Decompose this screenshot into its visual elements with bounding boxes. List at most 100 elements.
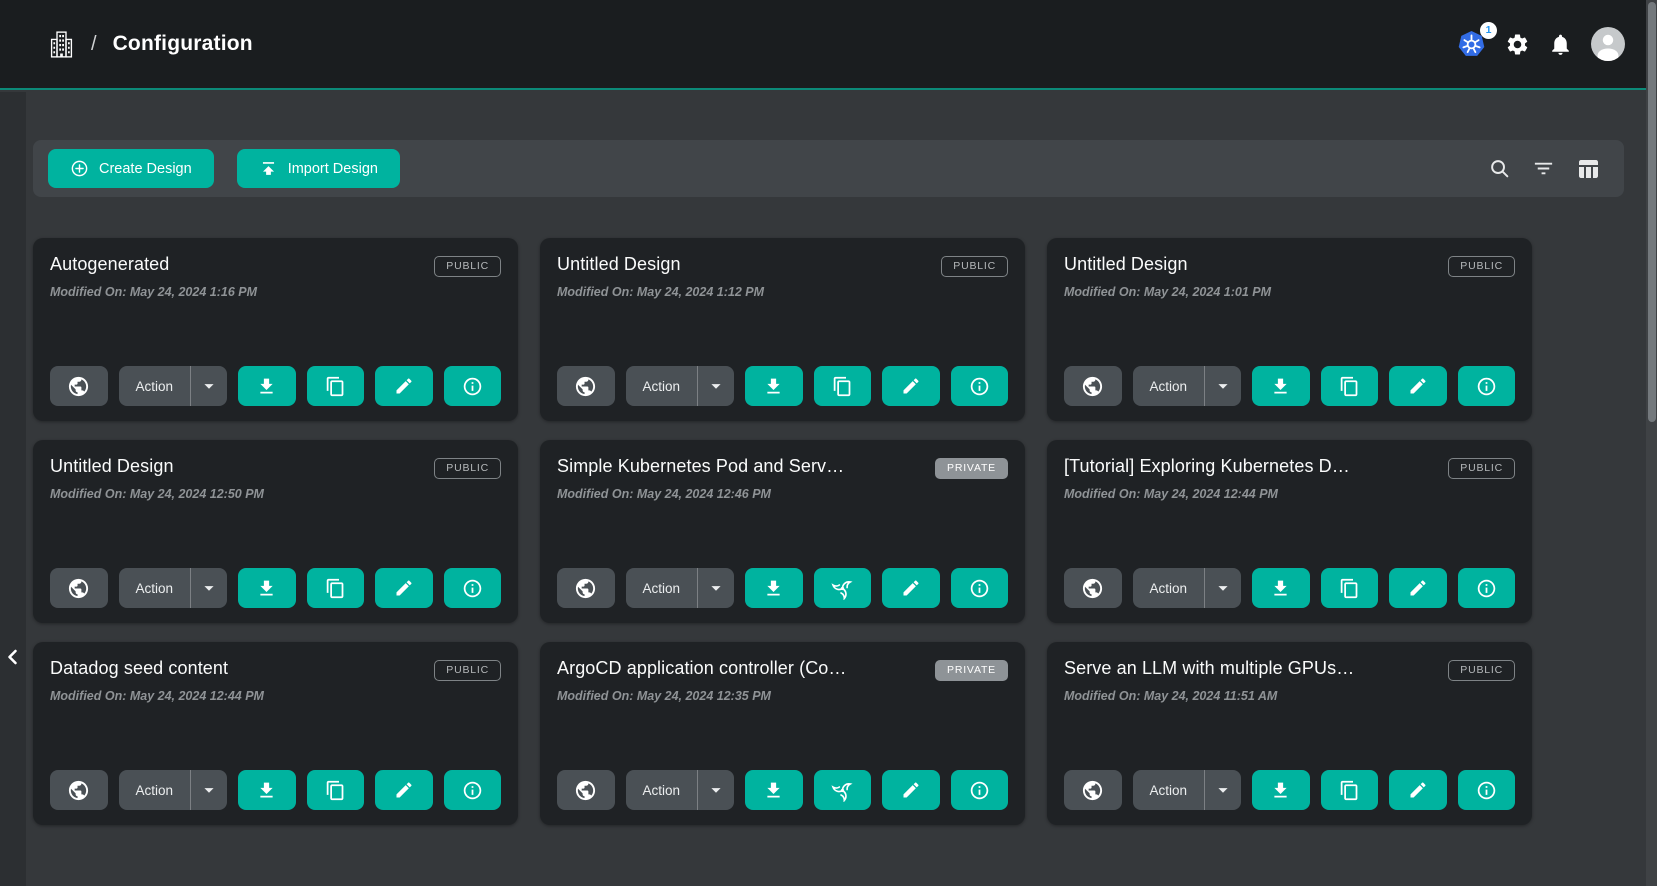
breadcrumb: / Configuration (48, 29, 253, 60)
download-button[interactable] (238, 568, 296, 608)
breadcrumb-separator: / (91, 33, 97, 56)
card-header: Serve an LLM with multiple GPUs… PUBLIC (1064, 658, 1515, 681)
info-button[interactable] (444, 770, 502, 810)
download-button[interactable] (745, 568, 803, 608)
clone-button[interactable] (1321, 568, 1379, 608)
edit-button[interactable] (1389, 770, 1447, 810)
action-button[interactable]: Action (1133, 770, 1205, 810)
action-button[interactable]: Action (626, 366, 698, 406)
action-dropdown-toggle[interactable] (697, 568, 734, 608)
info-icon (969, 780, 990, 801)
import-design-button[interactable]: Import Design (237, 149, 400, 188)
edit-button[interactable] (375, 568, 433, 608)
upload-icon (259, 159, 278, 178)
download-button[interactable] (238, 770, 296, 810)
visibility-badge: PUBLIC (1448, 256, 1515, 277)
search-icon (1488, 157, 1511, 180)
info-button[interactable] (1458, 366, 1516, 406)
visibility-badge: PUBLIC (941, 256, 1008, 277)
edit-button[interactable] (1389, 366, 1447, 406)
globe-icon (574, 779, 597, 802)
info-button[interactable] (1458, 770, 1516, 810)
notifications-button[interactable] (1548, 32, 1573, 57)
download-button[interactable] (1252, 568, 1310, 608)
info-button[interactable] (444, 568, 502, 608)
card-header: Untitled Design PUBLIC (557, 254, 1008, 277)
filter-button[interactable] (1532, 157, 1555, 180)
search-button[interactable] (1488, 157, 1511, 180)
globe-icon (1081, 779, 1104, 802)
visibility-globe-button[interactable] (50, 770, 108, 810)
scrollbar-thumb[interactable] (1648, 2, 1656, 422)
clone-button[interactable] (814, 366, 872, 406)
card-header: ArgoCD application controller (Co… PRIVA… (557, 658, 1008, 681)
action-button[interactable]: Action (1133, 366, 1205, 406)
info-button[interactable] (951, 568, 1009, 608)
clone-button[interactable] (307, 770, 365, 810)
top-navbar: / Configuration (0, 0, 1657, 90)
user-avatar[interactable] (1591, 27, 1625, 61)
download-button[interactable] (1252, 366, 1310, 406)
card-action-row: Action (557, 568, 1008, 608)
action-dropdown-toggle[interactable] (190, 568, 227, 608)
clone-button[interactable] (1321, 770, 1379, 810)
visibility-globe-button[interactable] (557, 568, 615, 608)
download-button[interactable] (745, 366, 803, 406)
edit-button[interactable] (1389, 568, 1447, 608)
action-dropdown-toggle[interactable] (1204, 366, 1241, 406)
globe-icon (1081, 577, 1104, 600)
create-design-label: Create Design (99, 161, 192, 177)
edit-button[interactable] (882, 568, 940, 608)
action-button[interactable]: Action (626, 568, 698, 608)
create-design-button[interactable]: Create Design (48, 149, 214, 188)
settings-button[interactable] (1505, 32, 1530, 57)
action-button[interactable]: Action (1133, 568, 1205, 608)
action-split-button: Action (626, 366, 735, 406)
table-view-button[interactable] (1576, 157, 1600, 181)
action-dropdown-toggle[interactable] (190, 770, 227, 810)
sidebar-expand-button[interactable] (1, 643, 25, 671)
info-button[interactable] (951, 770, 1009, 810)
edit-button[interactable] (375, 770, 433, 810)
pencil-icon (394, 780, 414, 800)
designs-toolbar: Create Design Import Design (33, 140, 1624, 197)
download-button[interactable] (745, 770, 803, 810)
visibility-globe-button[interactable] (557, 366, 615, 406)
visibility-globe-button[interactable] (50, 568, 108, 608)
kubernetes-context-button[interactable]: 1 (1456, 29, 1487, 60)
action-dropdown-toggle[interactable] (1204, 770, 1241, 810)
visibility-globe-button[interactable] (1064, 568, 1122, 608)
action-split-button: Action (119, 366, 228, 406)
card-action-row: Action (1064, 568, 1515, 608)
design-title: ArgoCD application controller (Co… (557, 658, 847, 679)
edit-button[interactable] (375, 366, 433, 406)
visibility-globe-button[interactable] (1064, 366, 1122, 406)
action-button[interactable]: Action (119, 366, 191, 406)
info-button[interactable] (1458, 568, 1516, 608)
page-scrollbar[interactable] (1646, 0, 1657, 886)
clone-button[interactable] (1321, 366, 1379, 406)
clone-button[interactable] (814, 568, 872, 608)
modified-on-text: Modified On: May 24, 2024 12:44 PM (50, 689, 501, 703)
clone-button[interactable] (307, 366, 365, 406)
edit-button[interactable] (882, 770, 940, 810)
info-button[interactable] (444, 366, 502, 406)
action-dropdown-toggle[interactable] (697, 770, 734, 810)
action-button[interactable]: Action (626, 770, 698, 810)
edit-button[interactable] (882, 366, 940, 406)
info-button[interactable] (951, 366, 1009, 406)
card-action-row: Action (50, 568, 501, 608)
visibility-globe-button[interactable] (1064, 770, 1122, 810)
clone-button[interactable] (814, 770, 872, 810)
action-button[interactable]: Action (119, 568, 191, 608)
visibility-globe-button[interactable] (50, 366, 108, 406)
download-button[interactable] (1252, 770, 1310, 810)
action-dropdown-toggle[interactable] (190, 366, 227, 406)
action-button[interactable]: Action (119, 770, 191, 810)
action-dropdown-toggle[interactable] (697, 366, 734, 406)
clone-button[interactable] (307, 568, 365, 608)
action-dropdown-toggle[interactable] (1204, 568, 1241, 608)
download-button[interactable] (238, 366, 296, 406)
swirl-icon (831, 577, 854, 600)
visibility-globe-button[interactable] (557, 770, 615, 810)
